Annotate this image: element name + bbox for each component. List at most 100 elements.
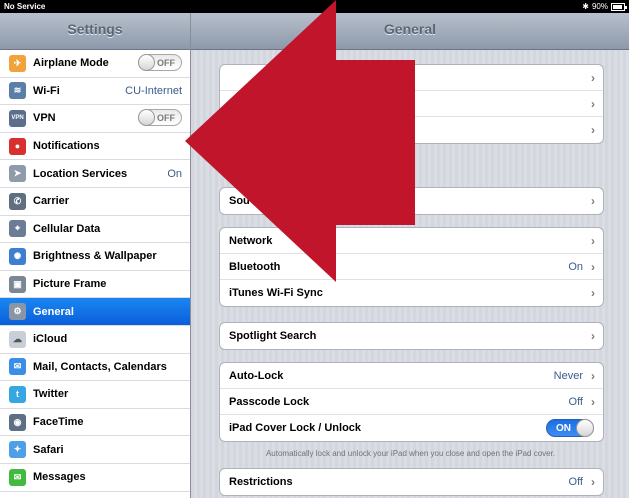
sidebar-item-label: Airplane Mode — [33, 57, 109, 70]
row-about[interactable]: › — [220, 65, 603, 91]
chevron-right-icon: › — [591, 369, 595, 383]
toggle-label: ON — [556, 423, 571, 434]
sidebar-item-notifications[interactable]: ● Notifications — [0, 133, 190, 161]
row-spotlight-search[interactable]: Spotlight Search › — [220, 323, 603, 349]
settings-sidebar: Settings ✈ Airplane Mode OFF ≋ Wi-Fi CU-… — [0, 13, 191, 498]
sidebar-item-label: Cellular Data — [33, 222, 101, 235]
location-icon: ➤ — [9, 165, 26, 183]
carrier-label: No Service — [4, 2, 46, 11]
toggle-knob — [138, 109, 155, 127]
restrictions-value: Off — [568, 476, 583, 488]
auto-lock-value: Never — [553, 369, 583, 382]
passcode-lock-value: Off — [568, 395, 583, 408]
row-passcode-lock[interactable]: Passcode Lock Off › — [220, 389, 603, 415]
sidebar-item-picture-frame[interactable]: ▣ Picture Frame — [0, 271, 190, 299]
sidebar-item-icloud[interactable]: ☁ iCloud — [0, 326, 190, 354]
wifi-network-value: CU-Internet — [125, 84, 182, 97]
sidebar-item-twitter[interactable]: t Twitter — [0, 381, 190, 409]
sidebar-item-mail[interactable]: ✉ Mail, Contacts, Calendars — [0, 354, 190, 382]
sidebar-item-label: Notifications — [33, 140, 100, 153]
gear-icon: ⚙ — [9, 303, 26, 321]
sidebar-item-wifi[interactable]: ≋ Wi-Fi CU-Internet — [0, 78, 190, 106]
status-bar: No Service ✱ 90% — [0, 0, 629, 13]
row-label: Passcode Lock — [229, 395, 310, 408]
group-lock: Auto-Lock Never › Passcode Lock Off › iPad C… — [219, 362, 604, 442]
row-label: Auto-Lock — [229, 369, 284, 382]
cloud-icon: ☁ — [9, 330, 26, 348]
chevron-right-icon: › — [591, 234, 595, 248]
sidebar-item-safari[interactable]: ✦ Safari — [0, 436, 190, 464]
row-sounds[interactable]: Sou › — [220, 188, 603, 214]
sidebar-item-label: Mail, Contacts, Calendars — [33, 360, 167, 373]
sidebar-item-carrier[interactable]: ✆ Carrier — [0, 188, 190, 216]
cover-lock-footnote: Automatically lock and unlock your iPad … — [265, 449, 556, 458]
general-pane: General › › › Sou › Network › Bluetooth On ›… — [191, 13, 629, 498]
airplane-mode-toggle[interactable]: OFF — [138, 54, 182, 71]
row-usage[interactable]: › — [220, 117, 603, 143]
battery-icon — [611, 2, 627, 11]
row-label: Restrictions — [229, 476, 293, 488]
group-network: Network › Bluetooth On › iTunes Wi-Fi Sync › — [219, 227, 604, 307]
row-bluetooth[interactable]: Bluetooth On › — [220, 254, 603, 280]
location-services-value: On — [167, 167, 182, 180]
sidebar-item-airplane-mode[interactable]: ✈ Airplane Mode OFF — [0, 50, 190, 78]
sidebar-item-brightness-wallpaper[interactable]: ✺ Brightness & Wallpaper — [0, 243, 190, 271]
chevron-right-icon: › — [591, 329, 595, 343]
toggle-knob — [576, 419, 594, 437]
row-network[interactable]: Network › — [220, 228, 603, 254]
sidebar-item-label: Picture Frame — [33, 278, 107, 291]
row-label: Sou — [229, 195, 250, 207]
wifi-icon: ≋ — [9, 82, 26, 100]
chevron-right-icon: › — [591, 286, 595, 300]
sidebar-item-label: iCloud — [33, 333, 68, 346]
group-about: › › › — [219, 64, 604, 144]
toggle-label: OFF — [157, 58, 175, 68]
row-auto-lock[interactable]: Auto-Lock Never › — [220, 363, 603, 389]
row-label: Network — [229, 234, 273, 247]
sidebar-list: ✈ Airplane Mode OFF ≋ Wi-Fi CU-Internet … — [0, 50, 190, 492]
sidebar-item-label: FaceTime — [33, 416, 84, 429]
row-label: iTunes Wi-Fi Sync — [229, 287, 323, 299]
sidebar-item-vpn[interactable]: VPN VPN OFF — [0, 105, 190, 133]
vpn-toggle[interactable]: OFF — [138, 109, 182, 127]
chevron-right-icon: › — [591, 71, 595, 85]
bluetooth-icon: ✱ — [582, 2, 589, 11]
safari-icon: ✦ — [9, 441, 26, 459]
airplane-icon: ✈ — [9, 54, 26, 72]
vpn-icon: VPN — [9, 109, 26, 127]
notifications-icon: ● — [9, 137, 26, 155]
phone-icon: ✆ — [9, 192, 26, 210]
picture-frame-icon: ▣ — [9, 275, 26, 293]
sidebar-title: Settings — [0, 13, 190, 50]
sidebar-item-label: Wi-Fi — [33, 84, 60, 97]
sidebar-item-facetime[interactable]: ◉ FaceTime — [0, 409, 190, 437]
group-sounds: Sou › — [219, 187, 604, 215]
row-software-update[interactable]: › — [220, 91, 603, 117]
ipad-cover-lock-toggle[interactable]: ON — [546, 419, 594, 437]
toggle-label: OFF — [157, 113, 175, 124]
sidebar-item-general[interactable]: ⚙ General — [0, 298, 190, 326]
row-itunes-wifi-sync[interactable]: iTunes Wi-Fi Sync › — [220, 280, 603, 306]
chevron-right-icon: › — [591, 123, 595, 137]
sidebar-item-label: Carrier — [33, 195, 70, 208]
sidebar-item-location-services[interactable]: ➤ Location Services On — [0, 160, 190, 188]
twitter-icon: t — [9, 385, 26, 403]
battery-percent: 90% — [591, 2, 608, 11]
status-right: ✱ 90% — [582, 0, 627, 13]
sidebar-item-label: General — [33, 305, 74, 318]
chevron-right-icon: › — [591, 97, 595, 111]
sidebar-item-messages[interactable]: ✉ Messages — [0, 464, 190, 492]
row-label: Bluetooth — [229, 260, 281, 273]
sidebar-item-label: VPN — [33, 112, 56, 125]
sidebar-item-label: Messages — [33, 471, 86, 484]
row-ipad-cover-lock: iPad Cover Lock / Unlock ON — [220, 415, 603, 441]
sidebar-item-label: Brightness & Wallpaper — [33, 250, 157, 263]
toggle-knob — [138, 54, 155, 71]
row-label: Spotlight Search — [229, 330, 317, 342]
row-restrictions[interactable]: Restrictions Off › — [220, 469, 603, 495]
sidebar-item-label: Safari — [33, 443, 64, 456]
page-title: General — [191, 13, 629, 50]
sidebar-item-label: Location Services — [33, 167, 128, 180]
messages-icon: ✉ — [9, 468, 26, 486]
sidebar-item-cellular-data[interactable]: ⌖ Cellular Data — [0, 216, 190, 244]
